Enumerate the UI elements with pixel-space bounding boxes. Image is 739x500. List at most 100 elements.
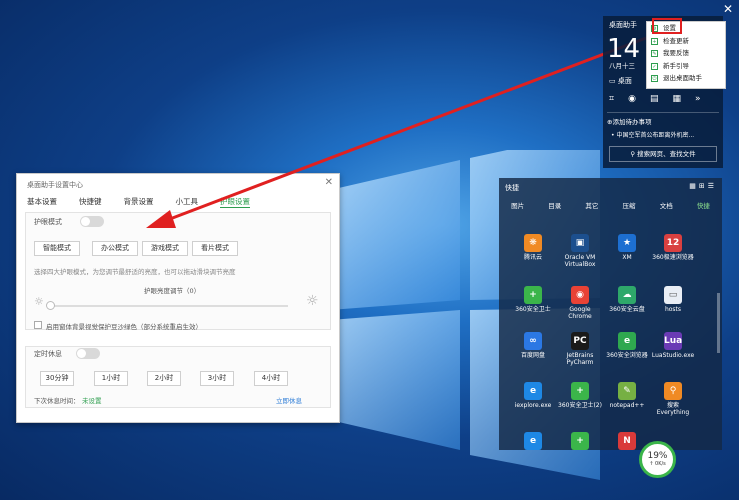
shortcut-icon[interactable]: ▭ hosts (651, 286, 695, 313)
green-background-checkbox[interactable] (34, 321, 42, 329)
app-icon: + (524, 286, 542, 304)
shortcut-icon[interactable]: ⚲ 搜索Everything (651, 382, 695, 416)
news-item[interactable]: • 中国空军首公布距离外机密... (611, 130, 719, 139)
shortcut-icon[interactable]: e (511, 432, 555, 452)
box-controls[interactable]: ▦⊞☰ (689, 182, 717, 190)
expand-icon[interactable]: » (695, 94, 701, 104)
eye-mode-toggle[interactable] (80, 216, 104, 227)
shortcut-label: 百度网盘 (520, 352, 545, 359)
brightness-slider-knob[interactable] (46, 301, 55, 310)
widget-search-label: 搜索网页、查找文件 (637, 150, 696, 158)
menu-item-label: 检查更新 (663, 36, 689, 45)
tab-eye-care[interactable]: 护眼设置 (220, 196, 250, 208)
network-speed: ↑ 0K/s (649, 461, 666, 467)
rest-toggle[interactable] (76, 348, 100, 359)
shortcut-icon[interactable]: 12 360极速浏览器 (651, 234, 695, 261)
dialog-title: 桌面助手设置中心 (27, 181, 83, 189)
note-icon[interactable]: ▦ (672, 94, 681, 104)
guide-icon: ✓ (651, 62, 658, 70)
rest-30min-button[interactable]: 30分钟 (40, 371, 74, 386)
next-rest-value: 未设置 (82, 397, 102, 405)
menu-item-label: 退出桌面助手 (663, 74, 702, 82)
widget-toolbar: ⌗ ◉ ▤ ▦ » (609, 94, 700, 104)
shortcut-icon[interactable]: ❋ 腾讯云 (511, 234, 555, 261)
shortcut-icon[interactable]: PC JetBrains PyCharm (558, 332, 602, 366)
tab-tools[interactable]: 小工具 (176, 196, 199, 208)
mode-game-button[interactable]: 游戏模式 (142, 241, 188, 256)
app-icon: PC (571, 332, 589, 350)
file-icon[interactable]: ▤ (650, 94, 659, 104)
rest-1h-button[interactable]: 1小时 (94, 371, 128, 386)
dialog-close-icon[interactable]: ✕ (325, 177, 333, 188)
tab-hotkeys[interactable]: 快捷键 (79, 196, 102, 208)
rest-panel: 定时休息 30分钟 1小时 2小时 3小时 4小时 下次休息时间： 未设置 立即… (25, 346, 331, 408)
memory-percent: 19% (647, 451, 668, 461)
menu-item-guide[interactable]: ✓ 新手引导 (647, 60, 725, 73)
close-icon[interactable]: ✕ (723, 2, 733, 16)
widget-lunar-date: 八月十三 (609, 62, 635, 70)
shortcut-icon[interactable]: + (558, 432, 602, 452)
highlight-box (652, 18, 682, 34)
shortcut-label: LuaStudio.exe (651, 352, 695, 359)
box-tab-images[interactable]: 图片 (511, 200, 524, 210)
shortcut-icon[interactable]: ★ XM (605, 234, 649, 261)
box-tab-shortcuts[interactable]: 快捷 (697, 200, 710, 210)
app-icon: + (571, 432, 589, 450)
mode-movie-button[interactable]: 看片模式 (192, 241, 238, 256)
app-icon: + (571, 382, 589, 400)
rest-4h-button[interactable]: 4小时 (254, 371, 288, 386)
tab-basic[interactable]: 基本设置 (27, 196, 57, 208)
eye-icon[interactable]: ◉ (628, 94, 636, 104)
app-icon: ⚲ (664, 382, 682, 400)
speed-ball[interactable]: 19% ↑ 0K/s (639, 441, 676, 478)
shortcut-icon[interactable]: ☁ 360安全云盘 (605, 286, 649, 313)
brightness-label: 护眼亮度调节（0） (144, 287, 201, 295)
menu-item-exit[interactable]: ⏻ 退出桌面助手 (647, 72, 725, 85)
app-icon: Lua (664, 332, 682, 350)
box-scrollbar[interactable] (717, 293, 720, 353)
feedback-icon: ✎ (651, 50, 658, 57)
add-todo-link[interactable]: ⊕添加待办事项 (607, 112, 719, 126)
widget-desktop-label: 桌面 (617, 77, 632, 85)
menu-item-check-update[interactable]: + 检查更新 (647, 35, 725, 48)
shortcut-icon[interactable]: +360安全卫士(2) (558, 382, 602, 409)
widget-title: 桌面助手 (609, 21, 637, 29)
desktop-organizer-box: 快捷 ▦⊞☰ 图片 目录 其它 压缩 文档 快捷 ❋ 腾讯云 ▣ Oracle VM … (499, 178, 722, 450)
menu-item-label: 新手引导 (663, 61, 689, 70)
tab-background[interactable]: 背景设置 (124, 196, 154, 208)
app-icon: N (618, 432, 636, 450)
shortcut-icon[interactable]: ∞ 百度网盘 (511, 332, 555, 359)
box-tabs: 图片 目录 其它 压缩 文档 快捷 (499, 200, 722, 210)
app-icon: e (524, 432, 542, 450)
shortcut-icon[interactable]: ✎ notepad++ (605, 382, 649, 409)
box-tab-other[interactable]: 其它 (585, 200, 598, 210)
shortcut-label: 360安全云盘 (609, 306, 645, 313)
box-tab-documents[interactable]: 文档 (660, 200, 673, 210)
shortcut-icon[interactable]: e 360安全浏览器 (605, 332, 649, 359)
app-icon: ✎ (618, 382, 636, 400)
settings-dialog: 桌面助手设置中心 ✕ 基本设置 快捷键 背景设置 小工具 护眼设置 护眼模式 智… (16, 173, 340, 423)
box-tab-folders[interactable]: 目录 (548, 200, 561, 210)
widget-search-box[interactable]: ⚲ 搜索网页、查找文件 (609, 146, 717, 162)
rest-now-link[interactable]: 立即休息 (276, 395, 302, 405)
widget-desktop-button[interactable]: ▭ 桌面 (609, 76, 632, 86)
shortcut-icon[interactable]: e iexplore.exe (511, 382, 555, 409)
shortcut-icon[interactable]: ▣ Oracle VM VirtualBox (558, 234, 602, 268)
shortcut-label: Google Chrome (568, 306, 592, 320)
exit-icon: ⏻ (651, 75, 658, 82)
shortcut-icon[interactable]: Lua LuaStudio.exe (651, 332, 695, 359)
box-title: 快捷 (505, 184, 519, 192)
rest-3h-button[interactable]: 3小时 (200, 371, 234, 386)
rest-2h-button[interactable]: 2小时 (147, 371, 181, 386)
brightness-slider[interactable] (52, 305, 288, 307)
shortcut-icon[interactable]: +360安全卫士 (511, 286, 555, 313)
menu-item-label: 我要反馈 (663, 49, 689, 57)
menu-item-feedback[interactable]: ✎ 我要反馈 (647, 47, 725, 60)
shortcut-icon[interactable]: ◉ Google Chrome (558, 286, 602, 320)
app-icon: ∞ (524, 332, 542, 350)
mode-smart-button[interactable]: 智能模式 (34, 241, 80, 256)
crop-icon[interactable]: ⌗ (609, 94, 614, 104)
box-tab-archives[interactable]: 压缩 (623, 200, 636, 210)
shortcut-label: 搜索Everything (656, 402, 690, 416)
mode-office-button[interactable]: 办公模式 (92, 241, 138, 256)
